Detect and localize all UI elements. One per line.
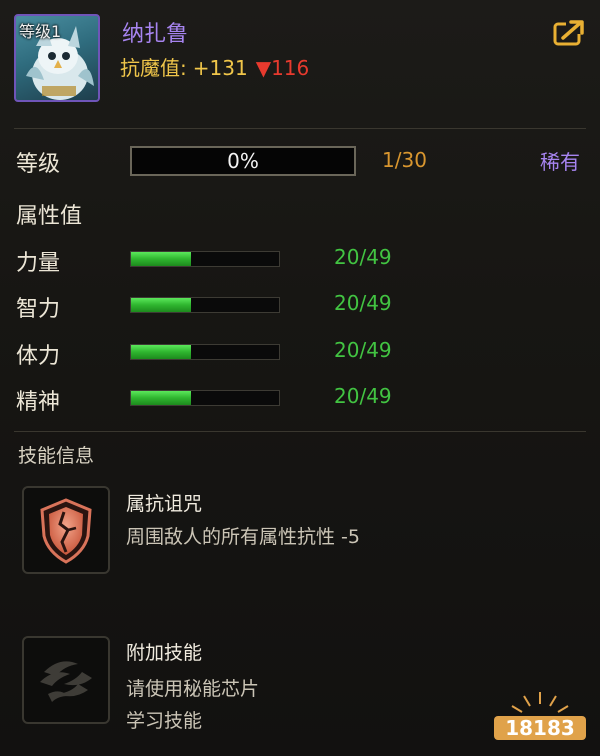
skill-description-line2: 学习技能 [126, 710, 203, 732]
attribute-bar-fill [131, 252, 192, 266]
level-progress-bar: 0% [130, 146, 356, 176]
rarity-badge: 稀有 [540, 150, 580, 174]
header-divider [14, 128, 586, 129]
down-arrow-icon: ▼ [255, 56, 272, 80]
level-count: 1/30 [382, 148, 427, 172]
resist-penalty-value: 116 [271, 56, 310, 80]
claw-emblem-icon [40, 661, 92, 702]
watermark-logo: 18183 [490, 684, 590, 744]
attribute-name: 力量 [16, 251, 61, 276]
attribute-bar-fill [131, 391, 192, 405]
character-info-panel: 等级1 纳扎鲁 抗魔值: +131 ▼116 等级 0% 1/30 稀有 属性值 力… [0, 0, 600, 756]
skill-description: 周围敌人的所有属性抗性 -5 [126, 526, 360, 548]
attribute-name: 体力 [16, 344, 61, 369]
skill-name: 附加技能 [126, 642, 203, 664]
skill-slot-1[interactable] [22, 486, 110, 574]
skill-name: 属抗诅咒 [126, 493, 203, 515]
attribute-bar-fill [131, 345, 192, 359]
resist-bonus: +131 [192, 56, 248, 80]
attribute-bar-fill [131, 298, 192, 312]
attribute-name: 智力 [16, 297, 61, 322]
skill-description: 请使用秘能芯片 [126, 678, 260, 700]
attributes-title: 属性值 [16, 204, 83, 229]
attribute-bar [130, 390, 280, 406]
resist-penalty: ▼116 [256, 56, 310, 80]
attribute-value: 20/49 [334, 291, 392, 315]
attribute-row-strength: 力量 20/49 [0, 245, 600, 276]
level-label: 等级 [16, 152, 61, 177]
attribute-bar [130, 344, 280, 360]
character-portrait[interactable]: 等级1 [14, 14, 100, 102]
resist-value-row: 抗魔值: +131 ▼116 [120, 52, 309, 81]
skills-divider [14, 431, 586, 432]
attribute-row-intelligence: 智力 20/49 [0, 291, 600, 322]
attribute-name: 精神 [16, 390, 61, 415]
cracked-shield-icon [40, 498, 92, 564]
attribute-value: 20/49 [334, 338, 392, 362]
attribute-row-stamina: 体力 20/49 [0, 338, 600, 369]
skills-title: 技能信息 [18, 445, 95, 467]
resist-label: 抗魔值: [120, 56, 187, 80]
attribute-value: 20/49 [334, 384, 392, 408]
share-export-icon[interactable] [552, 18, 586, 48]
level-progress-text: 0% [227, 149, 259, 173]
skill-slot-2[interactable] [22, 636, 110, 724]
attribute-bar [130, 297, 280, 313]
attribute-value: 20/49 [334, 245, 392, 269]
character-name: 纳扎鲁 [122, 22, 189, 47]
portrait-level-tag: 等级1 [19, 22, 62, 41]
attribute-bar [130, 251, 280, 267]
watermark-text: 18183 [505, 716, 575, 740]
attribute-row-spirit: 精神 20/49 [0, 384, 600, 415]
